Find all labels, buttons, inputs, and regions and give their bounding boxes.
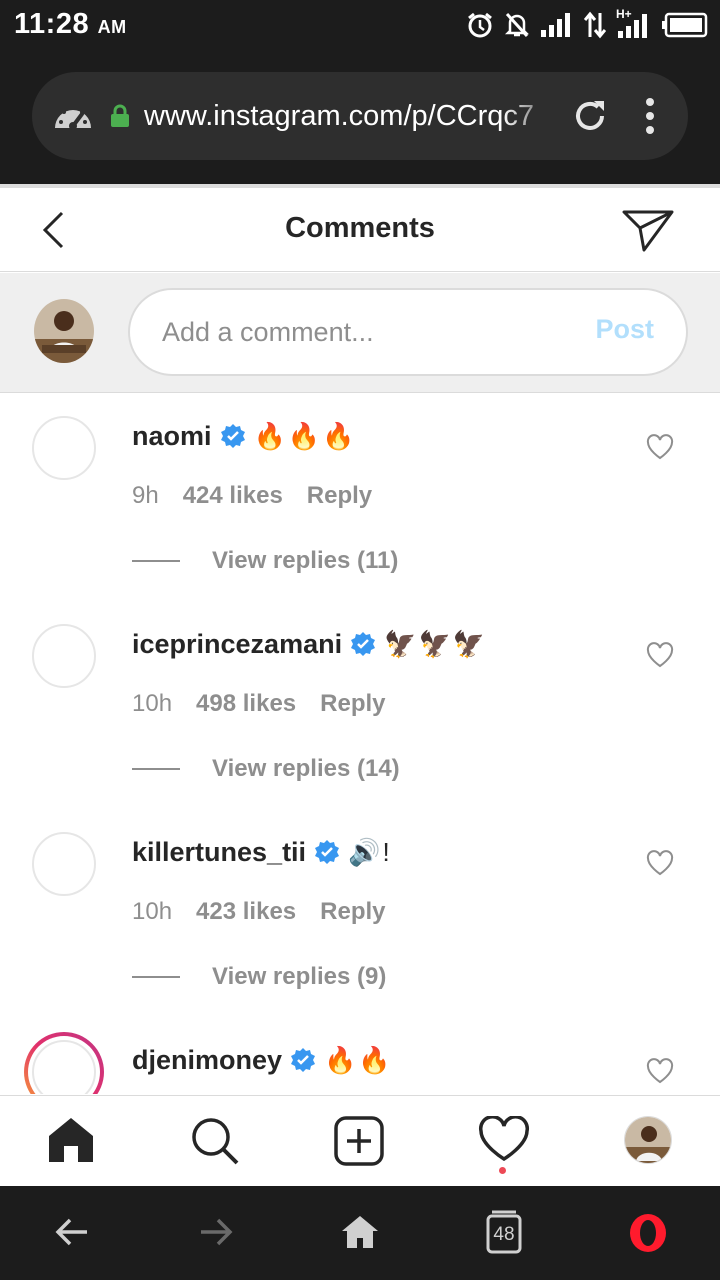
replies-divider [132, 976, 180, 978]
reload-icon[interactable] [572, 98, 608, 134]
commenter-avatar[interactable] [32, 416, 96, 480]
verified-badge-icon [291, 1048, 316, 1072]
comment-username[interactable]: djenimoney [132, 1045, 282, 1076]
comment-item: naomi 🔥🔥🔥 9h 424 likes Reply View replie… [0, 394, 720, 602]
comment-line: djenimoney 🔥🔥 [132, 1042, 393, 1078]
comment-item: djenimoney 🔥🔥 [0, 1018, 720, 1094]
search-icon[interactable] [190, 1116, 240, 1166]
data-transfer-icon [584, 11, 606, 39]
status-time: 11:28 AM [14, 8, 127, 41]
notifications-off-icon [504, 12, 530, 38]
comment-line: killertunes_tii 🔊! [132, 834, 392, 870]
view-replies-label[interactable]: View replies (11) [212, 547, 398, 575]
comment-likes[interactable]: 424 likes [183, 482, 283, 512]
verified-badge-icon [315, 840, 340, 864]
comment-composer: Post [0, 273, 720, 393]
comment-input[interactable] [162, 312, 562, 352]
more-vert-icon[interactable] [642, 96, 658, 136]
commenter-avatar[interactable] [32, 832, 96, 896]
view-replies-button[interactable]: View replies (14) [132, 754, 400, 784]
replies-divider [132, 768, 180, 770]
tabs-count: 48 [493, 1224, 515, 1245]
activity-notification-dot [499, 1167, 506, 1174]
current-user-avatar [34, 299, 94, 363]
bottom-navigation [0, 1095, 720, 1183]
opera-menu-icon[interactable] [628, 1212, 668, 1254]
alarm-icon [468, 12, 492, 38]
view-replies-button[interactable]: View replies (9) [132, 962, 386, 992]
comment-line: naomi 🔥🔥🔥 [132, 418, 357, 454]
back-icon[interactable] [54, 1214, 90, 1250]
lock-icon [111, 104, 129, 127]
signal-hplus-icon: H+ [616, 7, 652, 39]
comment-time: 10h [132, 690, 173, 717]
view-replies-button[interactable]: View replies (11) [132, 546, 398, 576]
post-button[interactable]: Post [595, 314, 654, 345]
reply-button[interactable]: Reply [320, 690, 385, 720]
home-icon[interactable] [340, 1214, 380, 1250]
url-fade [502, 92, 562, 140]
direct-share-icon[interactable] [620, 206, 676, 254]
like-heart-icon[interactable] [646, 642, 674, 668]
forward-icon[interactable] [198, 1214, 234, 1250]
comment-time: 9h [132, 482, 159, 509]
comment-item: killertunes_tii 🔊! 10h 423 likes Reply V… [0, 810, 720, 1018]
commenter-avatar[interactable] [32, 624, 96, 688]
like-heart-icon[interactable] [646, 850, 674, 876]
commenter-avatar-story-ring[interactable] [24, 1032, 104, 1094]
comments-list: naomi 🔥🔥🔥 9h 424 likes Reply View replie… [0, 394, 720, 1094]
speedometer-icon[interactable] [52, 98, 94, 134]
comment-time: 10h [132, 898, 173, 925]
like-heart-icon[interactable] [646, 434, 674, 460]
like-heart-icon[interactable] [646, 1058, 674, 1084]
page-title: Comments [285, 212, 435, 244]
browser-bottom-bar: 48 [0, 1186, 720, 1280]
profile-avatar[interactable] [624, 1116, 672, 1164]
new-post-icon[interactable] [334, 1116, 384, 1166]
url-text[interactable]: www.instagram.com/p/CCrqc7 [144, 96, 554, 136]
status-ampm: AM [97, 17, 127, 37]
status-icons: H+ [466, 7, 708, 40]
comment-meta: 9h 424 likes Reply [132, 482, 372, 512]
comment-input-pill[interactable]: Post [128, 288, 688, 376]
browser-toolbar: www.instagram.com/p/CCrqc7 [0, 50, 720, 184]
status-time-value: 11:28 [14, 8, 90, 40]
reply-button[interactable]: Reply [320, 898, 385, 928]
comment-text: 🦅🦅🦅 [384, 628, 488, 659]
comment-text: 🔊! [348, 836, 392, 867]
verified-badge-icon [351, 632, 376, 656]
battery-icon [662, 12, 708, 38]
comment-username[interactable]: naomi [132, 421, 212, 452]
comments-header: Comments [0, 184, 720, 272]
comment-item: iceprincezamani 🦅🦅🦅 10h 498 likes Reply … [0, 602, 720, 810]
signal-icon [541, 13, 570, 37]
activity-heart-icon[interactable] [478, 1116, 530, 1162]
home-icon[interactable] [46, 1116, 96, 1164]
comment-text: 🔥🔥🔥 [253, 420, 357, 451]
comment-line: iceprincezamani 🦅🦅🦅 [132, 626, 487, 662]
view-replies-label[interactable]: View replies (14) [212, 755, 400, 783]
address-bar[interactable]: www.instagram.com/p/CCrqc7 [32, 72, 688, 160]
comment-likes[interactable]: 423 likes [196, 898, 296, 928]
view-replies-label[interactable]: View replies (9) [212, 963, 386, 991]
comment-text: 🔥🔥 [324, 1044, 393, 1075]
comment-meta: 10h 423 likes Reply [132, 898, 386, 928]
comment-username[interactable]: killertunes_tii [132, 837, 306, 868]
comment-meta: 10h 498 likes Reply [132, 690, 386, 720]
replies-divider [132, 560, 180, 562]
comment-likes[interactable]: 498 likes [196, 690, 296, 720]
status-bar: 11:28 AM H+ [0, 0, 720, 50]
reply-button[interactable]: Reply [307, 482, 372, 512]
verified-badge-icon [220, 424, 245, 448]
comment-username[interactable]: iceprincezamani [132, 629, 342, 660]
tabs-button[interactable]: 48 [486, 1210, 522, 1254]
